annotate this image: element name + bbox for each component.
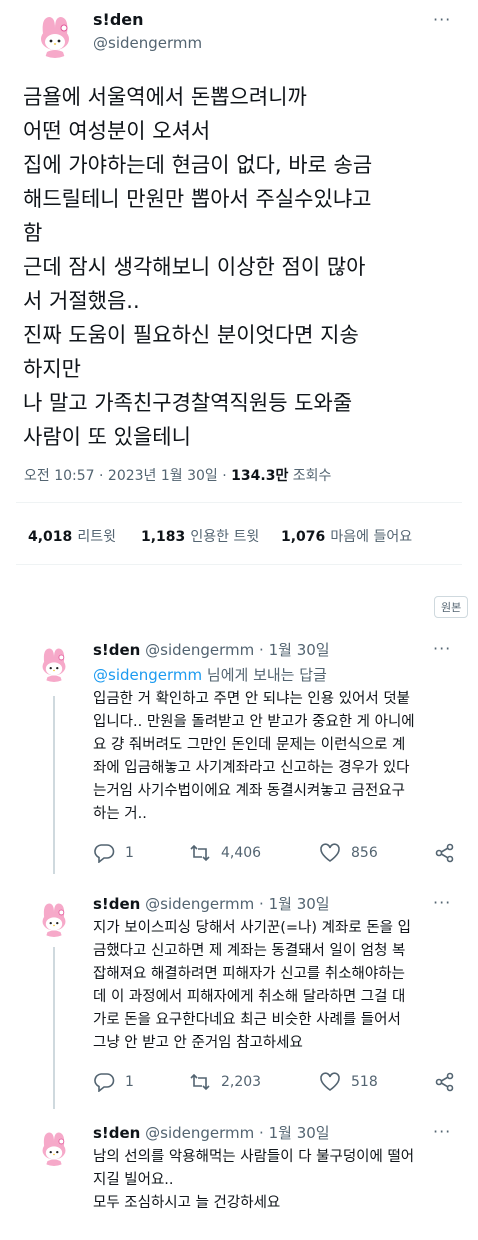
reply-header: s!den @sidengermm · 1월 30일	[93, 639, 330, 660]
reply-avatar[interactable]	[36, 901, 72, 937]
main-avatar[interactable]	[33, 14, 77, 58]
reply-handle[interactable]: @sidengermm	[145, 1124, 254, 1142]
retweet-icon	[190, 844, 210, 862]
reply-to-label: 님에게 보내는 답글	[206, 666, 327, 684]
main-more-icon[interactable]: ···	[433, 10, 451, 29]
reply-text: 지가 보이스피싱 당해서 사기꾼(=나) 계좌로 돈을 입 금했다고 신고하면 …	[93, 920, 411, 1051]
stat-quotes[interactable]: 1,183 인용한 트윗	[141, 526, 259, 546]
reply-action[interactable]: 1	[93, 1072, 134, 1092]
share-icon[interactable]	[435, 1072, 455, 1096]
reply-text: 남의 선의를 악용해먹는 사람들이 다 불구덩이에 떨어 지길 빌어요.. 모두…	[93, 1149, 415, 1211]
reply-text: 입금한 거 확인하고 주면 안 되냐는 인용 있어서 덧붙 입니다.. 만원을 …	[93, 691, 415, 822]
reply-date[interactable]: · 1월 30일	[259, 895, 330, 913]
heart-icon	[320, 1072, 340, 1091]
reply-header: s!den @sidengermm · 1월 30일	[93, 893, 330, 914]
reply-to-line: @sidengermm 님에게 보내는 답글	[93, 664, 327, 685]
reply-action[interactable]: 1	[93, 843, 134, 863]
retweet-action[interactable]: 2,203	[189, 1072, 261, 1092]
divider	[16, 502, 462, 503]
retweet-action[interactable]: 4,406	[189, 843, 261, 863]
reply-display-name[interactable]: s!den	[93, 1124, 140, 1142]
stat-retweets[interactable]: 4,018 리트윗	[28, 526, 116, 546]
main-views-count: 134.3만	[231, 468, 289, 484]
retweet-icon	[190, 1073, 210, 1091]
share-icon[interactable]	[435, 843, 455, 867]
main-display-name[interactable]: s!den	[93, 10, 144, 29]
reply-display-name[interactable]: s!den	[93, 895, 140, 913]
original-badge[interactable]: 원본	[434, 596, 469, 618]
reply-display-name[interactable]: s!den	[93, 641, 140, 659]
reply-header: s!den @sidengermm · 1월 30일	[93, 1122, 330, 1143]
thread-line	[53, 696, 55, 874]
reply-date[interactable]: · 1월 30일	[259, 641, 330, 659]
like-action[interactable]: 856	[319, 843, 378, 863]
divider	[16, 564, 462, 565]
main-handle[interactable]: @sidengermm	[93, 34, 202, 52]
like-action[interactable]: 518	[319, 1072, 378, 1092]
main-time[interactable]: 오전 10:57 · 2023년 1월 30일 ·	[24, 468, 227, 484]
main-tweet-text: 금욜에 서울역에서 돈뽑으려니까 어떤 여성분이 오셔서 집에 가야하는데 현금…	[23, 85, 373, 449]
reply-more-icon[interactable]: ···	[433, 1122, 451, 1141]
comment-icon	[94, 844, 115, 863]
heart-icon	[320, 843, 340, 862]
reply-date[interactable]: · 1월 30일	[259, 1124, 330, 1142]
reply-avatar[interactable]	[36, 1130, 72, 1166]
reply-avatar[interactable]	[36, 646, 72, 682]
reply-handle[interactable]: @sidengermm	[145, 641, 254, 659]
main-views-label: 조회수	[292, 468, 332, 484]
reply-handle[interactable]: @sidengermm	[145, 895, 254, 913]
reply-to-mention[interactable]: @sidengermm	[93, 666, 202, 684]
thread-line	[53, 947, 55, 1109]
stat-likes[interactable]: 1,076 마음에 들어요	[281, 526, 412, 546]
reply-more-icon[interactable]: ···	[433, 893, 451, 912]
reply-more-icon[interactable]: ···	[433, 639, 451, 658]
comment-icon	[94, 1073, 115, 1092]
main-meta: 오전 10:57 · 2023년 1월 30일 · 134.3만 조회수	[24, 465, 331, 485]
